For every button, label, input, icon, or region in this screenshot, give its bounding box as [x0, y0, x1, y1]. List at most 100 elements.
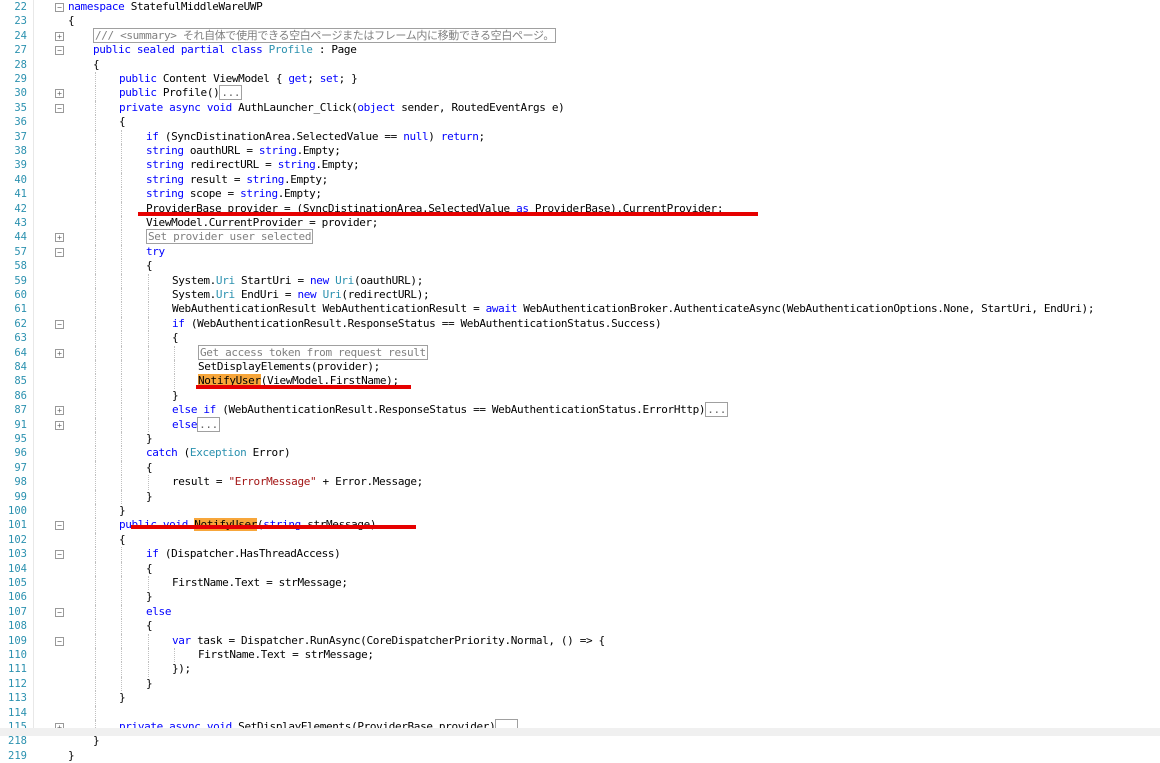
- line-number: 97: [14, 461, 27, 474]
- code-line[interactable]: 64 + Get access token from request result: [0, 344, 1160, 360]
- indent-guide: [148, 288, 149, 303]
- expand-icon[interactable]: +: [55, 406, 64, 416]
- collapsed-region-label[interactable]: Set provider user selected: [146, 229, 314, 245]
- collapse-icon[interactable]: −: [55, 103, 64, 113]
- collapsed-region-marker[interactable]: ...: [219, 85, 243, 101]
- code-line[interactable]: 58 {: [0, 259, 1160, 274]
- code-editor[interactable]: 22− namespace StatefulMiddleWareUWP 23{24 +…: [0, 0, 1160, 762]
- code-line[interactable]: 95}: [0, 432, 1160, 447]
- code-line[interactable]: 41 string scope = string.Empty;: [0, 187, 1160, 202]
- code-line[interactable]: 114: [0, 705, 1160, 720]
- expand-icon[interactable]: +: [55, 31, 64, 41]
- code-token: sender, RoutedEventArgs e): [395, 100, 565, 114]
- code-line[interactable]: 30 + public Profile()...: [0, 85, 1160, 101]
- code-line[interactable]: 108 {: [0, 619, 1160, 634]
- collapse-icon[interactable]: −: [55, 636, 64, 646]
- line-number: 40: [14, 173, 27, 186]
- indent-guide: [95, 172, 96, 188]
- code-line[interactable]: 63 {: [0, 331, 1160, 346]
- code-line[interactable]: 111});: [0, 662, 1160, 677]
- indent-guide: [95, 316, 96, 332]
- code-line[interactable]: 43 ViewModel.CurrentProvider = provider;: [0, 216, 1160, 231]
- code-line[interactable]: 113}: [0, 691, 1160, 706]
- collapse-icon[interactable]: −: [55, 3, 64, 12]
- collapsed-region-label[interactable]: /// <summary> それ自体で使用できる空白ページまたはフレーム内に移動…: [93, 27, 557, 43]
- code-line[interactable]: 218}: [0, 734, 1160, 748]
- code-line[interactable]: 87 + else if (WebAuthenticationResult.Resp…: [0, 402, 1160, 418]
- code-token: Exception: [189, 446, 247, 460]
- code-line[interactable]: 84 SetDisplayElements(provider);: [0, 360, 1160, 375]
- code-line[interactable]: 59 System.Uri StartUri = new Uri(oauthURL…: [0, 273, 1160, 288]
- code-token: string: [146, 187, 184, 201]
- collapsed-region-label[interactable]: Get access token from request result: [198, 344, 428, 360]
- line-number: 104: [8, 562, 27, 575]
- code-line[interactable]: 29 public Content ViewModel { get; set; }: [0, 72, 1160, 87]
- horizontal-scrollbar[interactable]: [0, 728, 1160, 736]
- code-line[interactable]: 22 − namespace StatefulMiddleWareUWP: [0, 0, 1160, 14]
- code-line[interactable]: 27 − public sealed partial class Profile :…: [0, 43, 1160, 57]
- code-line[interactable]: 61 WebAuthenticationResult WebAuthenticat…: [0, 302, 1160, 317]
- collapse-icon[interactable]: −: [55, 319, 64, 329]
- code-line[interactable]: 105 FirstName.Text = strMessage;: [0, 576, 1160, 591]
- indent-guide: [95, 619, 96, 634]
- collapse-icon[interactable]: −: [55, 46, 64, 56]
- code-line[interactable]: 110 FirstName.Text = strMessage;: [0, 648, 1160, 663]
- code-line[interactable]: 39 string redirectURL = string.Empty;: [0, 158, 1160, 173]
- indent-guide: [121, 403, 122, 418]
- indent-guide: [174, 648, 175, 663]
- code-token: {: [119, 532, 126, 546]
- code-line[interactable]: 85 NotifyUser(ViewModel.FirstName);: [0, 374, 1160, 389]
- code-line[interactable]: 96 catch (Exception Error): [0, 446, 1160, 461]
- code-line[interactable]: 100}: [0, 504, 1160, 519]
- code-line[interactable]: 35 − private async void AuthLauncher_Click…: [0, 100, 1160, 116]
- code-line[interactable]: 23 {: [0, 14, 1160, 28]
- code-line[interactable]: 28 {: [0, 58, 1160, 72]
- code-line[interactable]: 104 {: [0, 561, 1160, 576]
- collapse-icon[interactable]: −: [55, 247, 64, 257]
- code-line[interactable]: 86}: [0, 388, 1160, 404]
- code-line[interactable]: 112}: [0, 676, 1160, 692]
- code-text: }: [68, 749, 75, 763]
- code-text: {: [146, 619, 153, 633]
- indent-guide: [148, 417, 149, 432]
- collapsed-region-marker[interactable]: ...: [197, 416, 220, 432]
- indent-guide: [95, 244, 96, 260]
- code-line[interactable]: 106}: [0, 590, 1160, 605]
- code-line[interactable]: 44 + Set provider user selected: [0, 229, 1160, 245]
- code-line[interactable]: 38 string oauthURL = string.Empty;: [0, 144, 1160, 159]
- code-line[interactable]: 99}: [0, 489, 1160, 504]
- indent-guide: [121, 302, 122, 317]
- indent-guide: [121, 288, 122, 303]
- collapsed-region-marker[interactable]: ...: [705, 402, 729, 418]
- collapse-icon[interactable]: −: [55, 607, 64, 617]
- expand-icon[interactable]: +: [55, 233, 64, 243]
- code-line[interactable]: 62 − if (WebAuthenticationResult.ResponseS…: [0, 316, 1160, 332]
- code-line[interactable]: 103 − if (Dispatcher.HasThreadAccess): [0, 547, 1160, 562]
- code-line[interactable]: 107 − else: [0, 604, 1160, 620]
- code-line[interactable]: 91 + else...: [0, 416, 1160, 432]
- code-line[interactable]: 219}: [0, 749, 1160, 763]
- code-line[interactable]: 37 if (SyncDistinationArea.SelectedValue …: [0, 129, 1160, 144]
- indent-guide: [95, 518, 96, 533]
- indent-guide: [121, 417, 122, 432]
- expand-icon[interactable]: +: [55, 348, 64, 358]
- code-line[interactable]: 102 {: [0, 532, 1160, 548]
- code-line[interactable]: 60 System.Uri EndUri = new Uri(redirectUR…: [0, 288, 1160, 303]
- code-line[interactable]: 24 + /// <summary> それ自体で使用できる空白ページまたはフレーム内…: [0, 27, 1160, 43]
- code-line[interactable]: 97 {: [0, 460, 1160, 476]
- code-line[interactable]: 36 {: [0, 115, 1160, 130]
- code-line[interactable]: 40 string result = string.Empty;: [0, 172, 1160, 188]
- expand-icon[interactable]: +: [55, 420, 64, 430]
- collapse-icon[interactable]: −: [55, 550, 64, 560]
- code-line[interactable]: 109 − var task = Dispatcher.RunAsync(CoreD…: [0, 633, 1160, 648]
- code-token: Profile: [268, 43, 313, 57]
- code-text: }: [146, 677, 153, 691]
- expand-icon[interactable]: +: [55, 89, 64, 99]
- line-number: 36: [14, 116, 27, 129]
- code-token: await: [485, 302, 518, 316]
- indent-guide: [95, 288, 96, 303]
- code-line[interactable]: 98 result = "ErrorMessage" + Error.Messag…: [0, 475, 1160, 490]
- collapse-icon[interactable]: −: [55, 521, 64, 531]
- code-line[interactable]: 57 − try: [0, 244, 1160, 260]
- code-token: {: [68, 14, 75, 28]
